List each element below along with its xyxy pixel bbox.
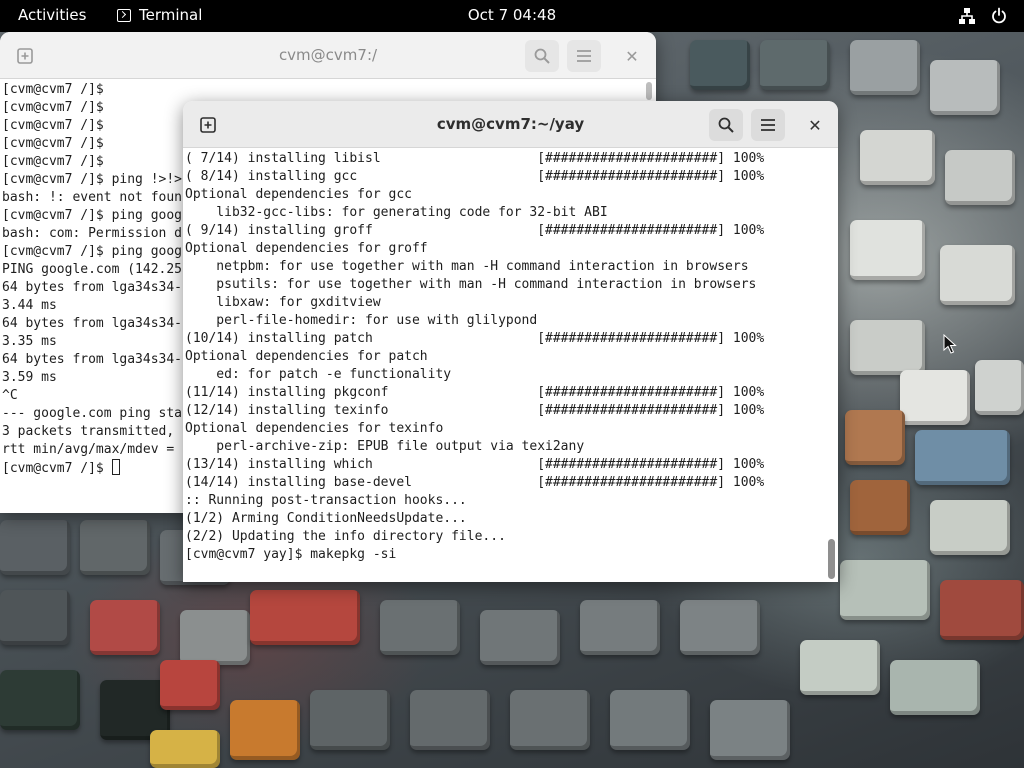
terminal-line: (2/2) Updating the info directory file..…	[185, 529, 506, 544]
terminal-line: (13/14) installing which [##############…	[185, 457, 765, 472]
terminal-line: libxaw: for gxditview	[185, 295, 381, 310]
terminal-line: ed: for patch -e functionality	[185, 367, 452, 382]
network-icon[interactable]	[958, 7, 976, 25]
close-button[interactable]: ✕	[621, 45, 643, 67]
terminal-line: :: Running post-transaction hooks...	[185, 493, 467, 508]
search-button[interactable]	[525, 40, 559, 72]
terminal-line: Optional dependencies for texinfo	[185, 421, 444, 436]
search-icon	[534, 48, 550, 64]
hamburger-icon	[761, 119, 775, 131]
header-bar[interactable]: cvm@cvm7:/ ✕	[0, 32, 656, 79]
text-cursor	[111, 459, 120, 475]
terminal-line: (1/2) Arming ConditionNeedsUpdate...	[185, 511, 467, 526]
close-icon: ✕	[625, 46, 639, 66]
terminal-line: Optional dependencies for groff	[185, 241, 428, 256]
search-button[interactable]	[709, 109, 743, 141]
menu-button[interactable]	[567, 40, 601, 72]
terminal-line: [cvm@cvm7 yay]$ makepkg -si	[185, 547, 397, 562]
terminal-line: [cvm@cvm7 /]$	[2, 82, 104, 97]
close-button[interactable]: ✕	[804, 114, 826, 136]
terminal-line: ( 7/14) installing libisl [#############…	[185, 151, 765, 166]
terminal-window-active[interactable]: cvm@cvm7:~/yay ✕ ( 7/14) installing libi…	[183, 101, 838, 582]
hamburger-icon	[577, 50, 591, 62]
terminal-line: (11/14) installing pkgconf [############…	[185, 385, 765, 400]
terminal-line: (12/14) installing texinfo [############…	[185, 403, 765, 418]
terminal-line: Optional dependencies for gcc	[185, 187, 412, 202]
terminal-line: perl-archive-zip: EPUB file output via t…	[185, 439, 585, 454]
scrollbar[interactable]	[646, 82, 652, 100]
terminal-line: (14/14) installing base-devel [#########…	[185, 475, 765, 490]
header-bar[interactable]: cvm@cvm7:~/yay ✕	[183, 101, 838, 148]
terminal-line: lib32-gcc-libs: for generating code for …	[185, 205, 608, 220]
close-icon: ✕	[808, 115, 822, 135]
menu-button[interactable]	[751, 109, 785, 141]
clock[interactable]: Oct 7 04:48	[0, 6, 1024, 24]
power-icon[interactable]	[990, 7, 1008, 25]
terminal-line: psutils: for use together with man -H co…	[185, 277, 757, 292]
terminal-line: ( 8/14) installing gcc [################…	[185, 169, 765, 184]
scrollbar[interactable]	[828, 539, 835, 579]
search-icon	[718, 117, 734, 133]
system-tray[interactable]	[958, 7, 1008, 25]
mouse-pointer-icon	[943, 334, 957, 354]
terminal-line: ( 9/14) installing groff [##############…	[185, 223, 765, 238]
terminal-line: netpbm: for use together with man -H com…	[185, 259, 749, 274]
terminal-line: perl-file-homedir: for use with glilypon…	[185, 313, 538, 328]
terminal-line: (10/14) installing patch [##############…	[185, 331, 765, 346]
terminal-output[interactable]: ( 7/14) installing libisl [#############…	[183, 148, 838, 582]
top-bar: Activities Terminal Oct 7 04:48	[0, 0, 1024, 32]
terminal-line: Optional dependencies for patch	[185, 349, 428, 364]
